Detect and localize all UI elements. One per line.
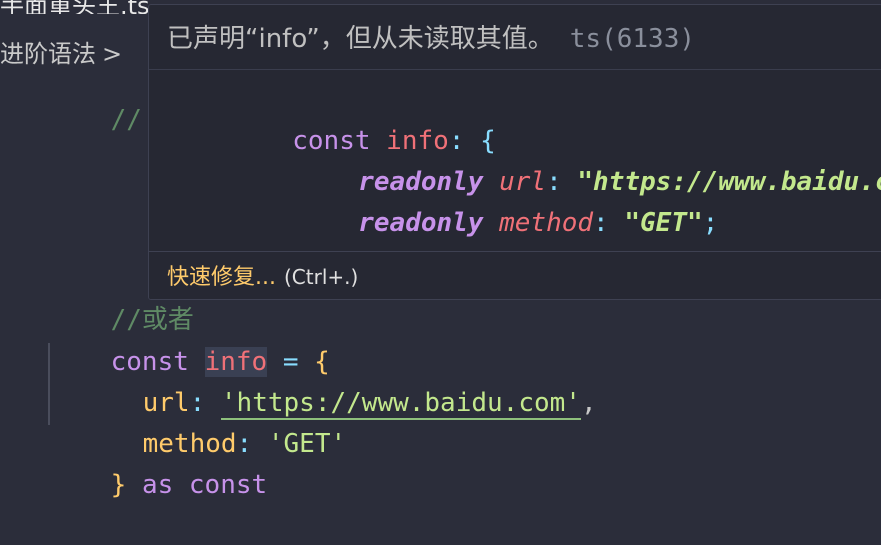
code-line: method: 'GET' — [80, 384, 347, 459]
comma: , — [580, 388, 597, 418]
divider — [149, 69, 881, 70]
method-string: 'GET' — [267, 429, 347, 459]
diagnostic-message: 已声明“info”，但从未读取其值。 ts(6133) — [167, 19, 695, 59]
keyword-const: const — [188, 470, 268, 500]
diagnostic-code: ts(6133) — [569, 24, 696, 54]
code-line: const info = { — [48, 302, 330, 377]
keyword-readonly: readonly — [358, 208, 484, 238]
property-method: method — [499, 208, 594, 238]
close-brace: } — [110, 470, 127, 500]
signature-line: readonly method: "GET"; — [233, 163, 718, 238]
code-editor[interactable]: 手面重头王.ts 进阶语法 > // } //或者 const info = { … — [0, 0, 881, 500]
colon: : — [593, 208, 609, 238]
semicolon: ; — [702, 208, 719, 238]
code-line: } as const — [48, 425, 268, 500]
signature-line: const info: { — [167, 81, 496, 156]
file-tab-title: 手面重头王.ts — [0, 0, 150, 14]
method-literal-type: "GET" — [624, 208, 703, 238]
hover-popup[interactable]: 已声明“info”，但从未读取其值。 ts(6133) const info: {… — [148, 4, 881, 300]
indent-guide — [48, 343, 50, 425]
quick-fix-shortcut: (Ctrl+.) — [283, 265, 359, 289]
hover-actions: 快速修复... (Ctrl+.) — [149, 251, 881, 299]
quick-fix-link[interactable]: 快速修复... (Ctrl+.) — [167, 262, 358, 292]
diagnostic-text: 已声明“info”，但从未读取其值。 — [167, 24, 554, 54]
keyword-as: as — [141, 470, 174, 500]
quick-fix-label[interactable]: 快速修复... — [167, 265, 276, 290]
signature-line: } — [167, 204, 308, 279]
code-line: url: 'https://www.baidu.com', — [80, 343, 597, 420]
signature-line: readonly url: "https://www.baidu.com"; — [233, 122, 881, 197]
